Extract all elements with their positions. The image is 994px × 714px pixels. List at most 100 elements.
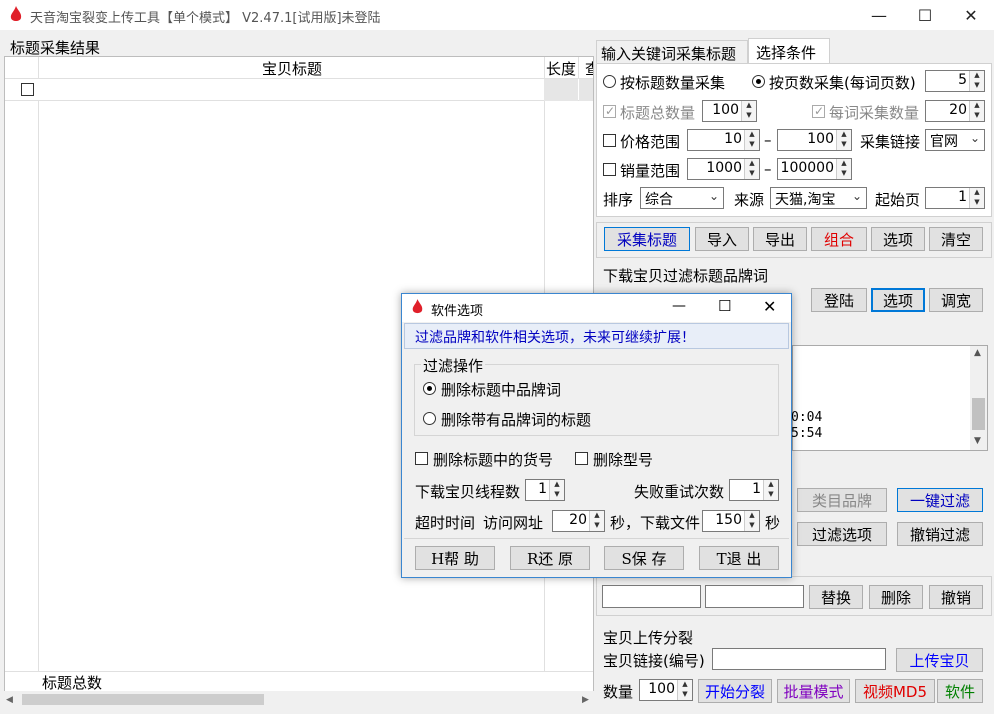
spin-down-icon[interactable]: ▼ xyxy=(837,140,851,150)
source-select[interactable]: 天猫,淘宝 ⌄ xyxy=(770,187,867,209)
spin-up-icon[interactable]: ▲ xyxy=(745,130,759,140)
spin-up-icon[interactable]: ▲ xyxy=(678,680,692,690)
category-brand-button[interactable]: 类目品牌 xyxy=(797,488,887,512)
spin-down-icon[interactable]: ▼ xyxy=(745,140,759,150)
find-text-input[interactable] xyxy=(602,585,701,608)
spin-down-icon[interactable]: ▼ xyxy=(678,690,692,700)
spin-up-icon[interactable]: ▲ xyxy=(745,511,759,521)
by-count-radio[interactable] xyxy=(603,75,616,88)
tab-keyword-collect[interactable]: 输入关键词采集标题 xyxy=(596,40,748,64)
spin-down-icon[interactable]: ▼ xyxy=(764,490,778,500)
maximize-button[interactable]: ☐ xyxy=(902,0,948,30)
sales-min-spinner[interactable]: 1000 ▲ ▼ xyxy=(687,158,760,180)
video-md5-button[interactable]: 视频MD5 xyxy=(855,679,935,703)
login-button[interactable]: 登陆 xyxy=(811,288,867,312)
minimize-button[interactable]: — xyxy=(856,0,902,30)
clear-button[interactable]: 清空 xyxy=(929,227,983,251)
scroll-left-icon[interactable]: ◀ xyxy=(6,695,13,705)
start-split-button[interactable]: 开始分裂 xyxy=(698,679,772,703)
horizontal-scrollbar[interactable]: ◀ ▶ xyxy=(4,691,594,708)
spin-up-icon[interactable]: ▲ xyxy=(742,101,756,111)
dialog-minimize-button[interactable]: — xyxy=(672,298,686,314)
spin-down-icon[interactable]: ▼ xyxy=(745,169,759,179)
total-count-spinner[interactable]: 100 ▲ ▼ xyxy=(702,100,757,122)
dialog-close-button[interactable]: ✕ xyxy=(763,297,776,316)
replace-text-input[interactable] xyxy=(705,585,804,608)
scroll-right-icon[interactable]: ▶ xyxy=(582,695,589,705)
sales-range-checkbox[interactable] xyxy=(603,163,616,176)
visit-timeout-spinner[interactable]: 20 ▲ ▼ xyxy=(552,510,605,532)
collect-titles-button[interactable]: 采集标题 xyxy=(604,227,690,251)
item-link-input[interactable] xyxy=(712,648,886,670)
spin-down-icon[interactable]: ▼ xyxy=(970,111,984,121)
spin-up-icon[interactable]: ▲ xyxy=(837,130,851,140)
batch-mode-button[interactable]: 批量模式 xyxy=(777,679,850,703)
download-timeout-spinner[interactable]: 150 ▲ ▼ xyxy=(702,510,760,532)
close-button[interactable]: ✕ xyxy=(948,0,994,30)
spin-down-icon[interactable]: ▼ xyxy=(970,198,984,208)
sort-select[interactable]: 综合 ⌄ xyxy=(640,187,724,209)
save-button[interactable]: S保 存 xyxy=(604,546,684,570)
delete-brand-word-radio[interactable] xyxy=(423,382,436,395)
by-page-radio[interactable] xyxy=(752,75,765,88)
price-min-spinner[interactable]: 10 ▲ ▼ xyxy=(687,129,760,151)
quantity-spinner[interactable]: 100 ▲ ▼ xyxy=(639,679,693,701)
sales-max-spinner[interactable]: 100000 ▲ ▼ xyxy=(777,158,852,180)
scroll-thumb[interactable] xyxy=(972,398,985,430)
spin-down-icon[interactable]: ▼ xyxy=(742,111,756,121)
row-checkbox[interactable] xyxy=(21,83,34,96)
scroll-down-icon[interactable]: ▼ xyxy=(974,436,981,446)
price-range-checkbox[interactable] xyxy=(603,134,616,147)
software-button[interactable]: 软件 xyxy=(937,679,983,703)
log-textarea[interactable]: 0:04 5:54 ▲ ▼ xyxy=(791,345,988,451)
pages-spinner[interactable]: 5 ▲ ▼ xyxy=(925,70,985,92)
help-button[interactable]: H帮 助 xyxy=(415,546,495,570)
one-click-filter-button[interactable]: 一键过滤 xyxy=(897,488,983,512)
spin-down-icon[interactable]: ▼ xyxy=(970,81,984,91)
restore-button[interactable]: R还 原 xyxy=(510,546,590,570)
per-word-spinner[interactable]: 20 ▲ ▼ xyxy=(925,100,985,122)
delete-sku-checkbox[interactable] xyxy=(415,452,428,465)
total-count-checkbox[interactable] xyxy=(603,105,616,118)
dialog-maximize-button[interactable]: ☐ xyxy=(718,297,731,315)
delete-model-checkbox[interactable] xyxy=(575,452,588,465)
price-max-spinner[interactable]: 100 ▲ ▼ xyxy=(777,129,852,151)
upload-item-button[interactable]: 上传宝贝 xyxy=(896,648,983,672)
spin-up-icon[interactable]: ▲ xyxy=(970,71,984,81)
scroll-thumb[interactable] xyxy=(22,694,264,705)
options-button[interactable]: 选项 xyxy=(871,227,925,251)
collect-link-select[interactable]: 官网 ⌄ xyxy=(925,129,985,151)
spin-up-icon[interactable]: ▲ xyxy=(745,159,759,169)
import-button[interactable]: 导入 xyxy=(695,227,749,251)
undo-filter-button[interactable]: 撤销过滤 xyxy=(897,522,983,546)
scroll-up-icon[interactable]: ▲ xyxy=(974,348,981,358)
delete-button[interactable]: 删除 xyxy=(869,585,923,609)
exit-button[interactable]: T退 出 xyxy=(699,546,779,570)
column-length-header[interactable]: 长度 xyxy=(546,58,576,79)
per-word-checkbox[interactable] xyxy=(812,105,825,118)
spin-up-icon[interactable]: ▲ xyxy=(550,480,564,490)
spin-up-icon[interactable]: ▲ xyxy=(764,480,778,490)
spin-up-icon[interactable]: ▲ xyxy=(590,511,604,521)
filter-options-button[interactable]: 过滤选项 xyxy=(797,522,887,546)
spin-down-icon[interactable]: ▼ xyxy=(590,521,604,531)
brand-options-button[interactable]: 选项 xyxy=(871,288,925,312)
delete-brand-title-radio[interactable] xyxy=(423,412,436,425)
widen-button[interactable]: 调宽 xyxy=(929,288,983,312)
log-scrollbar[interactable]: ▲ ▼ xyxy=(970,346,987,450)
column-title-header[interactable]: 宝贝标题 xyxy=(262,58,322,79)
combine-button[interactable]: 组合 xyxy=(811,227,867,251)
column-extra-header[interactable]: 查 xyxy=(585,58,593,79)
spin-down-icon[interactable]: ▼ xyxy=(745,521,759,531)
replace-button[interactable]: 替换 xyxy=(809,585,863,609)
retry-spinner[interactable]: 1 ▲ ▼ xyxy=(729,479,779,501)
spin-up-icon[interactable]: ▲ xyxy=(837,159,851,169)
spin-down-icon[interactable]: ▼ xyxy=(550,490,564,500)
tab-select-conditions[interactable]: 选择条件 xyxy=(748,38,830,64)
undo-button[interactable]: 撤销 xyxy=(929,585,983,609)
spin-down-icon[interactable]: ▼ xyxy=(837,169,851,179)
spin-up-icon[interactable]: ▲ xyxy=(970,101,984,111)
table-row[interactable] xyxy=(5,79,593,101)
export-button[interactable]: 导出 xyxy=(753,227,807,251)
start-page-spinner[interactable]: 1 ▲ ▼ xyxy=(925,187,985,209)
